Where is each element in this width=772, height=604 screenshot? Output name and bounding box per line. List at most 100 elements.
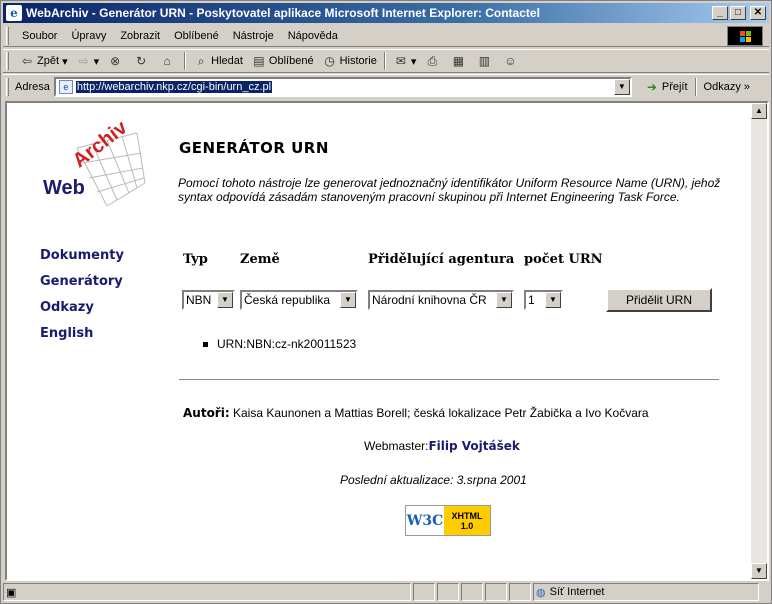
status-message: ▣ bbox=[3, 583, 411, 601]
mail-icon: ✉ bbox=[395, 54, 406, 68]
divider bbox=[179, 379, 719, 380]
nav-dokumenty[interactable]: Dokumenty bbox=[40, 248, 124, 263]
toolbar-grip bbox=[6, 52, 9, 70]
status-pane bbox=[413, 583, 435, 601]
browser-window: e WebArchiv - Generátor URN - Poskytovat… bbox=[0, 0, 772, 604]
typ-value: NBN bbox=[186, 293, 212, 307]
favorites-label: Oblíbené bbox=[268, 55, 314, 67]
toolbar-separator bbox=[383, 52, 386, 70]
go-arrow-icon: ➜ bbox=[646, 79, 657, 94]
page-title: GENERÁTOR URN bbox=[179, 139, 329, 157]
refresh-button[interactable]: ↻ bbox=[129, 50, 155, 72]
discuss-icon: ▥ bbox=[478, 54, 491, 68]
chevron-down-icon: ▼ bbox=[340, 292, 356, 308]
edit-icon: ▦ bbox=[452, 54, 465, 68]
agentura-value: Národní knihovna ČR bbox=[372, 293, 487, 307]
home-button[interactable]: ⌂ bbox=[155, 50, 181, 72]
typ-select[interactable]: NBN ▼ bbox=[182, 290, 235, 310]
w3c-logo-text: W3C bbox=[406, 506, 444, 535]
webmaster-link[interactable]: Filip Vojtášek bbox=[428, 439, 519, 453]
xhtml-label: XHTML bbox=[451, 510, 483, 521]
menu-napoveda[interactable]: Nápověda bbox=[281, 30, 345, 42]
favorites-folder-icon: ▤ bbox=[253, 54, 265, 68]
label-typ: Typ bbox=[183, 252, 208, 267]
webarchiv-logo: Web Archiv bbox=[37, 117, 147, 208]
stop-icon: ⊗ bbox=[110, 54, 121, 68]
agentura-select[interactable]: Národní knihovna ČR ▼ bbox=[368, 290, 514, 310]
back-button[interactable]: ⇦ Zpět ▾ bbox=[15, 50, 72, 72]
search-button[interactable]: ⌕ Hledat bbox=[189, 50, 247, 72]
messenger-icon: ☺ bbox=[504, 54, 517, 68]
forward-button[interactable]: ⇨ ▾ bbox=[72, 50, 104, 72]
go-button[interactable]: ➜ Přejít bbox=[640, 76, 692, 98]
label-agentura: Přidělující agentura bbox=[368, 252, 515, 267]
standard-toolbar: ⇦ Zpět ▾ ⇨ ▾ ⊗ ↻ ⌂ ⌕ Hledat ▤ Oblíbené ◷ Hist… bbox=[3, 49, 769, 73]
menu-bar: Soubor Úpravy Zobrazit Oblíbené Nástroje… bbox=[3, 25, 769, 47]
pocet-select[interactable]: 1 ▼ bbox=[524, 290, 563, 310]
webmaster-line: Webmaster:Filip Vojtášek bbox=[364, 439, 520, 453]
chevron-down-icon: ▼ bbox=[496, 292, 512, 308]
status-pane bbox=[509, 583, 531, 601]
nav-generatory[interactable]: Generátory bbox=[40, 274, 124, 289]
authors-text: Kaisa Kaunonen a Mattias Borell; česká l… bbox=[232, 406, 649, 420]
chevron-down-icon: ▼ bbox=[545, 292, 561, 308]
web-page: Web Archiv Dokumenty Generátory Odkazy E… bbox=[7, 103, 753, 579]
close-button[interactable]: ✕ bbox=[750, 6, 766, 20]
page-status-icon: ▣ bbox=[6, 586, 17, 599]
maximize-button[interactable]: □ bbox=[730, 6, 746, 20]
webmaster-label: Webmaster: bbox=[364, 439, 429, 453]
menu-upravy[interactable]: Úpravy bbox=[64, 30, 113, 42]
label-zeme: Země bbox=[240, 252, 280, 267]
assign-urn-button[interactable]: Přidělit URN bbox=[606, 288, 712, 312]
minimize-button[interactable]: _ bbox=[712, 6, 728, 20]
zeme-value: Česká republika bbox=[244, 293, 331, 307]
home-icon: ⌂ bbox=[163, 54, 171, 68]
menu-oblibene[interactable]: Oblíbené bbox=[167, 30, 226, 42]
mail-button[interactable]: ✉ ▾ bbox=[389, 50, 421, 72]
history-button[interactable]: ◷ Historie bbox=[318, 50, 381, 72]
authors-line: Autoři: Kaisa Kaunonen a Mattias Borell;… bbox=[183, 406, 649, 420]
sidebar-nav: Dokumenty Generátory Odkazy English bbox=[40, 248, 124, 352]
globe-icon: ◍ bbox=[536, 586, 546, 599]
links-label: Odkazy bbox=[703, 80, 741, 93]
address-dropdown-button[interactable]: ▼ bbox=[613, 78, 630, 95]
vertical-scrollbar[interactable]: ▲ ▼ bbox=[751, 103, 767, 579]
print-button[interactable]: ⎙ bbox=[420, 50, 446, 72]
last-updated: Poslední aktualizace: 3.srpna 2001 bbox=[340, 473, 527, 487]
authors-label: Autoři: bbox=[183, 406, 230, 420]
toolbar-grip bbox=[6, 26, 9, 45]
messenger-button[interactable]: ☺ bbox=[498, 50, 524, 72]
w3c-xhtml-badge[interactable]: W3C XHTML 1.0 bbox=[405, 505, 491, 536]
address-input[interactable]: e http://webarchiv.nkp.cz/cgi-bin/urn_cz… bbox=[53, 76, 632, 97]
title-bar: e WebArchiv - Generátor URN - Poskytovat… bbox=[3, 3, 769, 23]
menu-zobrazit[interactable]: Zobrazit bbox=[113, 30, 167, 42]
nav-odkazy[interactable]: Odkazy bbox=[40, 300, 124, 315]
forward-arrow-icon: ⇨ bbox=[78, 54, 89, 68]
chevron-down-icon: ▼ bbox=[217, 292, 233, 308]
ie-logo-icon: e bbox=[6, 5, 22, 21]
xhtml-badge-text: XHTML 1.0 bbox=[444, 506, 490, 535]
go-label: Přejít bbox=[661, 80, 688, 93]
stop-button[interactable]: ⊗ bbox=[103, 50, 129, 72]
nav-english[interactable]: English bbox=[40, 326, 124, 341]
edit-button[interactable]: ▦ bbox=[446, 50, 472, 72]
search-icon: ⌕ bbox=[197, 54, 205, 68]
page-viewport: Web Archiv Dokumenty Generátory Odkazy E… bbox=[5, 101, 769, 581]
window-title: WebArchiv - Generátor URN - Poskytovatel… bbox=[26, 6, 540, 20]
scroll-up-button[interactable]: ▲ bbox=[751, 103, 767, 119]
urn-result: URN:NBN:cz-nk20011523 bbox=[202, 337, 357, 351]
zeme-select[interactable]: Česká republika ▼ bbox=[240, 290, 358, 310]
menu-nastroje[interactable]: Nástroje bbox=[226, 30, 281, 42]
favorites-button[interactable]: ▤ Oblíbené bbox=[247, 50, 318, 72]
back-arrow-icon: ⇦ bbox=[21, 54, 33, 68]
address-bar: Adresa e http://webarchiv.nkp.cz/cgi-bin… bbox=[3, 74, 769, 98]
menu-soubor[interactable]: Soubor bbox=[15, 30, 64, 42]
search-label: Hledat bbox=[211, 55, 243, 67]
links-button[interactable]: Odkazy » bbox=[700, 76, 754, 98]
status-pane bbox=[485, 583, 507, 601]
scroll-down-button[interactable]: ▼ bbox=[751, 563, 767, 579]
discuss-button[interactable]: ▥ bbox=[472, 50, 498, 72]
zone-label: Síť Internet bbox=[549, 586, 605, 598]
toolbar-separator bbox=[184, 52, 187, 70]
status-bar: ▣ ◍ Síť Internet bbox=[3, 582, 769, 602]
